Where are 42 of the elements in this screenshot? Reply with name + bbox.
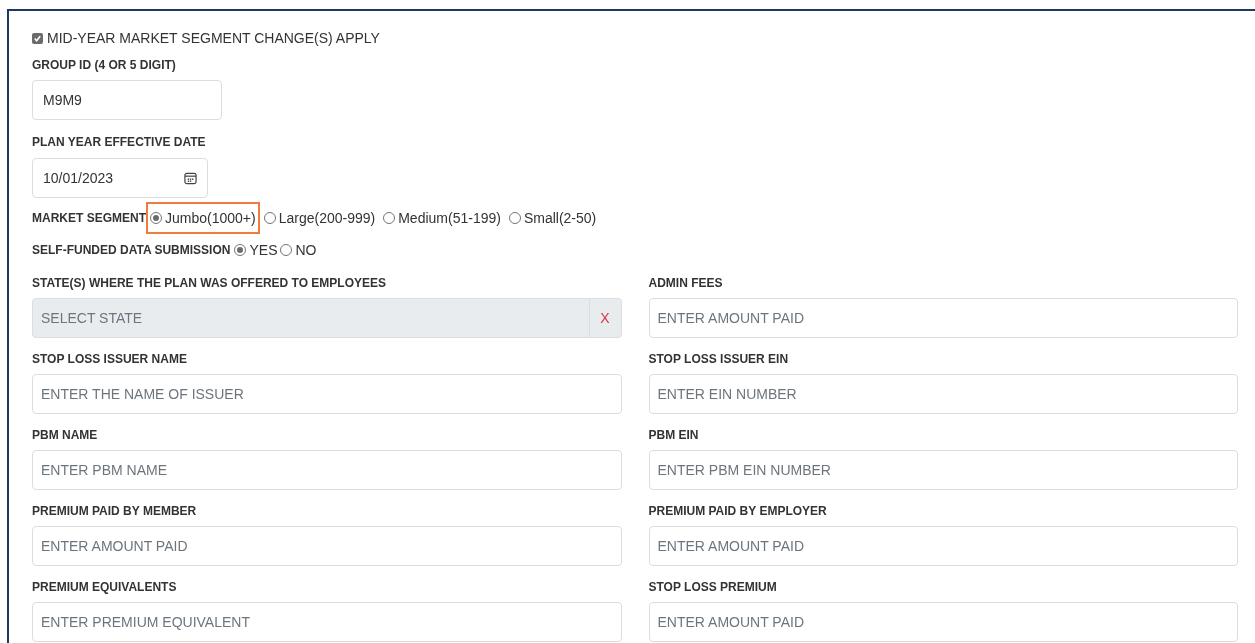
field-label: MARKET SEGMENT	[32, 210, 146, 227]
radio-option[interactable]: Jumbo(1000+)	[146, 202, 260, 234]
radio-button[interactable]	[508, 212, 521, 224]
radio-button[interactable]	[234, 244, 247, 256]
checkbox-label: MID-YEAR MARKET SEGMENT CHANGE(S) APPLY	[47, 28, 380, 48]
input-field[interactable]: ENTER THE NAME OF ISSUER	[32, 374, 622, 414]
radio-option[interactable]: Small(2-50)	[504, 202, 601, 234]
radio-button[interactable]	[383, 212, 396, 224]
input-field[interactable]: ENTER AMOUNT PAID	[648, 298, 1238, 338]
input-field[interactable]: ENTER PBM EIN NUMBER	[648, 450, 1238, 490]
radio-label[interactable]: NO	[295, 239, 317, 261]
radio-button[interactable]	[280, 244, 293, 256]
field-label: ADMIN FEES	[648, 275, 724, 292]
field-label: STOP LOSS PREMIUM	[648, 579, 778, 596]
field-label: SELF-FUNDED DATA SUBMISSION	[32, 242, 231, 259]
radio-button[interactable]	[150, 212, 162, 224]
field-label: PBM NAME	[32, 427, 99, 444]
field-label: STOP LOSS ISSUER NAME	[32, 351, 188, 368]
field-label: PREMIUM PAID BY EMPLOYER	[648, 503, 828, 520]
field-label: PREMIUM PAID BY MEMBER	[32, 503, 198, 520]
radio-label[interactable]: YES	[249, 239, 278, 261]
clear-button[interactable]: X	[588, 299, 621, 337]
field-label: PBM EIN	[648, 427, 700, 444]
field-label: STOP LOSS ISSUER EIN	[648, 351, 790, 368]
field-label: PREMIUM EQUIVALENTS	[32, 579, 178, 596]
radio-button[interactable]	[263, 212, 276, 224]
input-field[interactable]: ENTER AMOUNT PAID	[648, 526, 1238, 566]
date-field[interactable]: 10/01/2023	[32, 158, 208, 198]
input-field[interactable]: ENTER EIN NUMBER	[648, 374, 1238, 414]
input-field[interactable]: ENTER PREMIUM EQUIVALENT	[32, 602, 622, 642]
state-select[interactable]: SELECT STATE X	[32, 298, 622, 338]
radio-option[interactable]: Large(200-999)	[259, 202, 380, 234]
input-field[interactable]: ENTER PBM NAME	[32, 450, 622, 490]
input-field[interactable]: ENTER AMOUNT PAID	[32, 526, 622, 566]
input-field[interactable]: M9M9	[32, 80, 222, 120]
radio-option[interactable]: Medium(51-199)	[379, 202, 505, 234]
input-field[interactable]: ENTER AMOUNT PAID	[648, 602, 1238, 642]
field-label: STATE(S) WHERE THE PLAN WAS OFFERED TO EMPLOYEES	[32, 275, 388, 292]
checkbox[interactable]	[32, 32, 43, 44]
field-label: GROUP ID (4 OR 5 DIGIT)	[32, 57, 177, 74]
field-label: PLAN YEAR EFFECTIVE DATE	[32, 134, 207, 151]
calendar-icon[interactable]	[184, 171, 197, 185]
